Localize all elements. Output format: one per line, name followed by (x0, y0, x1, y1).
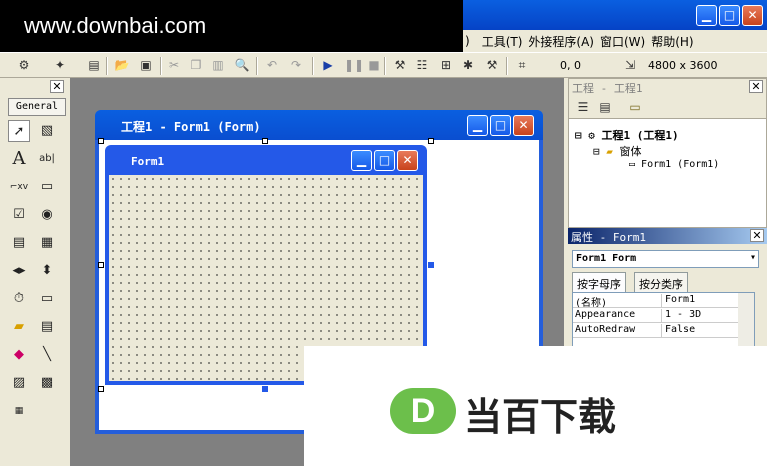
properties-grid: (名称) Form1 Appearance 1 - 3D AutoRedraw … (572, 292, 755, 348)
chevron-down-icon: ▾ (749, 252, 756, 263)
menu-editor-icon[interactable]: ▤ (86, 57, 102, 73)
standard-toolbar: ⚙ ✦ ▤ 📂 ▣ ✂ ❐ ▥ 🔍 ↶ ↷ ▶ ❚❚ ■ ⚒ ☷ ⊞ ✱ ⚒ ⌗… (0, 52, 767, 78)
menu-window[interactable]: 窗口(W) (594, 33, 645, 50)
table-row[interactable]: Appearance 1 - 3D (573, 308, 754, 323)
tree-form1-item[interactable]: ▭ Form1 (Form1) (629, 159, 719, 170)
run-icon[interactable]: ▶ (320, 57, 336, 73)
resize-handle[interactable] (428, 138, 434, 144)
tab-categorized[interactable]: 按分类序 (634, 272, 688, 292)
watermark-logo-text: 当百下载 (464, 395, 617, 439)
optionbutton-tool-icon[interactable]: ◉ (36, 204, 58, 226)
designer-minimize-button[interactable]: ▁ (467, 115, 488, 136)
project-explorer-title: 工程 - 工程1 (569, 79, 766, 95)
redo-icon[interactable]: ↷ (288, 57, 304, 73)
size-readout: 4800 x 3600 (648, 59, 718, 72)
pointer-tool-icon[interactable]: ➚ (8, 120, 30, 142)
textbox-tool-icon[interactable]: ab| (36, 148, 58, 170)
view-code-icon[interactable]: ☰ (575, 99, 591, 115)
combobox-tool-icon[interactable]: ▤ (8, 232, 30, 254)
menu-help[interactable]: 帮助(H) (645, 33, 693, 50)
stop-icon[interactable]: ■ (366, 57, 382, 73)
form1-close-button[interactable]: ✕ (397, 150, 418, 171)
view-object-icon[interactable]: ▤ (597, 99, 613, 115)
add-project-icon[interactable]: ⚙ (16, 57, 32, 73)
watermark-logo-icon: D (390, 388, 456, 434)
commandbutton-tool-icon[interactable]: ▭ (36, 176, 58, 198)
checkbox-tool-icon[interactable]: ☑ (8, 204, 30, 226)
filelistbox-tool-icon[interactable]: ▤ (36, 316, 58, 338)
toolbox-icon[interactable]: ⚒ (484, 57, 500, 73)
form-layout-icon[interactable]: ⊞ (438, 57, 454, 73)
properties-close-icon[interactable]: ✕ (750, 229, 764, 242)
frame-tool-icon[interactable]: ⌐xv (8, 176, 30, 198)
timer-tool-icon[interactable]: ⏱ (8, 288, 30, 310)
project-explorer-toolbar: ☰ ▤ ▭ (569, 95, 766, 119)
ole-tool-icon[interactable]: ▦ (8, 400, 30, 422)
size-icon: ⇲ (624, 58, 636, 72)
resize-handle[interactable] (428, 262, 434, 268)
menu-partial[interactable]: ) (463, 34, 470, 48)
minimize-button[interactable]: ▁ (696, 5, 717, 26)
form1-minimize-button[interactable]: ▁ (351, 150, 372, 171)
tab-alphabetic[interactable]: 按字母序 (572, 272, 626, 292)
position-readout: 0, 0 (560, 59, 581, 72)
resize-handle[interactable] (98, 138, 104, 144)
toggle-folders-icon[interactable]: ▭ (627, 99, 643, 115)
designer-close-button[interactable]: ✕ (513, 115, 534, 136)
image-tool-icon[interactable]: ▨ (8, 372, 30, 394)
menu-tools[interactable]: 工具(T) (470, 33, 523, 50)
form1-maximize-button[interactable]: □ (374, 150, 395, 171)
pause-icon[interactable]: ❚❚ (344, 57, 364, 73)
table-row[interactable]: AutoRedraw False (573, 323, 754, 338)
drivelistbox-tool-icon[interactable]: ▭ (36, 288, 58, 310)
watermark-banner: www.downbai.com (0, 0, 463, 52)
shape-tool-icon[interactable]: ◆ (8, 344, 30, 366)
project-explorer-panel: 工程 - 工程1 ✕ ☰ ▤ ▭ ⊟ ⚙ 工程1 (工程1) ⊟ ▰ 窗体 ▭ … (568, 78, 767, 228)
toolbox-panel: ✕ General ➚ ▧ A ab| ⌐xv ▭ ☑ ◉ ▤ ▦ ◂▸ ⬍ ⏱… (4, 78, 66, 466)
resize-handle[interactable] (262, 386, 268, 392)
properties-object-select[interactable]: Form1 Form ▾ (572, 250, 759, 268)
resize-handle[interactable] (262, 138, 268, 144)
dirlistbox-tool-icon[interactable]: ▰ (8, 316, 30, 338)
data-tool-icon[interactable]: ▩ (36, 372, 58, 394)
table-row[interactable]: (名称) Form1 (573, 293, 754, 309)
toolbox-close-icon[interactable]: ✕ (50, 80, 64, 93)
watermark-logo-box: D 当百下载 (304, 346, 767, 466)
menu-addins[interactable]: 外接程序(A) (522, 33, 594, 50)
project-explorer-close-icon[interactable]: ✕ (749, 80, 763, 93)
label-tool-icon[interactable]: A (8, 148, 30, 170)
undo-icon[interactable]: ↶ (264, 57, 280, 73)
menu-bar: ) 工具(T) 外接程序(A) 窗口(W) 帮助(H) (463, 30, 767, 52)
picturebox-tool-icon[interactable]: ▧ (36, 120, 58, 142)
toolbox-tab-general[interactable]: General (8, 98, 66, 116)
tree-forms-folder[interactable]: ⊟ ▰ 窗体 (593, 143, 642, 159)
hscrollbar-tool-icon[interactable]: ◂▸ (8, 260, 30, 282)
listbox-tool-icon[interactable]: ▦ (36, 232, 58, 254)
paste-icon[interactable]: ▥ (210, 57, 226, 73)
add-form-icon[interactable]: ✦ (52, 57, 68, 73)
cut-icon[interactable]: ✂ (166, 57, 182, 73)
properties-icon[interactable]: ☷ (414, 57, 430, 73)
resize-handle[interactable] (98, 262, 104, 268)
line-tool-icon[interactable]: ╲ (36, 344, 58, 366)
save-icon[interactable]: ▣ (138, 57, 154, 73)
resize-handle[interactable] (98, 386, 104, 392)
properties-scrollbar[interactable] (738, 293, 754, 347)
vscrollbar-tool-icon[interactable]: ⬍ (36, 260, 58, 282)
open-icon[interactable]: 📂 (114, 57, 130, 73)
project-explorer-icon[interactable]: ⚒ (392, 57, 408, 73)
position-icon: ⌗ (518, 58, 526, 72)
copy-icon[interactable]: ❐ (188, 57, 204, 73)
tree-project-node[interactable]: ⊟ ⚙ 工程1 (工程1) (575, 127, 679, 143)
designer-maximize-button[interactable]: □ (490, 115, 511, 136)
object-browser-icon[interactable]: ✱ (460, 57, 476, 73)
find-icon[interactable]: 🔍 (234, 57, 250, 73)
properties-title: 属性 - Form1 (568, 228, 767, 244)
maximize-button[interactable]: □ (719, 5, 740, 26)
close-button[interactable]: ✕ (742, 5, 763, 26)
